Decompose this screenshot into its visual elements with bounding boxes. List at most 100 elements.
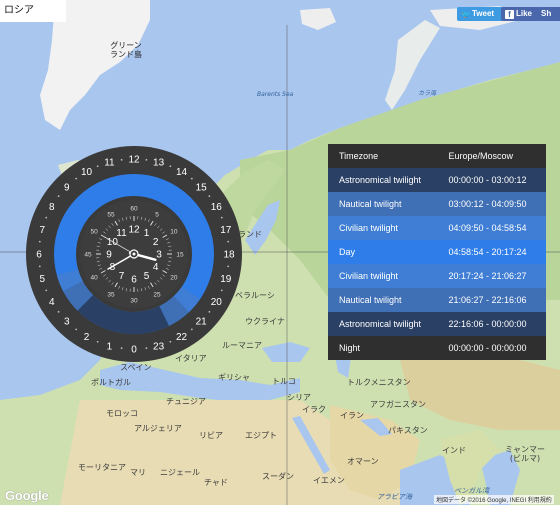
- hour-numeral: 5: [144, 271, 150, 282]
- hour-numeral: 12: [128, 225, 140, 236]
- map-label-chad: チャド: [204, 478, 228, 487]
- timezone-row: Day 04:58:54 - 20:17:24: [328, 240, 546, 264]
- map-label-iran: イラン: [340, 411, 364, 420]
- timezone-row: Astronomical twilight 22:16:06 - 00:00:00: [328, 312, 546, 336]
- map-attribution[interactable]: 地図データ ©2016 Google, INEGI 利用規約: [434, 495, 554, 504]
- timezone-row: Nautical twilight 03:00:12 - 04:09:50: [328, 192, 546, 216]
- daylight-clock[interactable]: 12 13141516171819202122230123456789101160…: [24, 144, 244, 364]
- hour-numeral: 2: [153, 237, 159, 248]
- phase-name: Civilian twilight: [339, 223, 399, 233]
- hour-ring-label: 2: [84, 332, 90, 343]
- like-label: Like: [516, 9, 533, 18]
- minute-label: 40: [91, 275, 99, 282]
- phase-range: 22:16:06 - 00:00:00: [448, 319, 527, 329]
- phase-name: Night: [339, 343, 361, 353]
- timezone-row: Civilian twilight 04:09:50 - 04:58:54: [328, 216, 546, 240]
- hour-numeral: 7: [119, 271, 125, 282]
- country-label: ロシア: [0, 0, 66, 22]
- map-label-mauritania: モーリタニア: [78, 463, 126, 472]
- map-label-syria: シリア: [287, 393, 311, 402]
- phase-name: Astronomical twilight: [339, 319, 422, 329]
- map-label-turkmenistan: トルクメニスタン: [347, 378, 411, 387]
- timezone-table: Timezone Europe/Moscow Astronomical twil…: [328, 144, 546, 360]
- phase-range: 00:00:00 - 03:00:12: [448, 175, 527, 185]
- minute-label: 50: [91, 229, 99, 236]
- like-button[interactable]: f Like: [501, 7, 539, 21]
- google-logo[interactable]: Google: [5, 488, 49, 503]
- phase-range: 04:09:50 - 04:58:54: [448, 223, 527, 233]
- hour-ring-label: 3: [64, 317, 70, 328]
- minute-label: 60: [130, 206, 138, 213]
- share-button[interactable]: Sh: [537, 7, 560, 21]
- map-label-arabian-sea: アラビア海: [377, 493, 412, 501]
- map-label-afghanistan: アフガニスタン: [370, 400, 426, 409]
- map-label-iraq: イラク: [302, 405, 326, 414]
- map-label-yemen: イエメン: [313, 476, 345, 485]
- hour-ring-label: 17: [220, 225, 232, 236]
- map-label-kara-sea: カラ海: [418, 90, 437, 97]
- hour-ring-label: 19: [220, 274, 232, 285]
- minute-label: 5: [155, 212, 159, 219]
- hour-ring-label: 11: [104, 158, 115, 169]
- minute-label: 25: [153, 291, 161, 298]
- map-label-morocco: モロッコ: [106, 409, 138, 418]
- hour-numeral: 6: [131, 275, 137, 286]
- phase-name: Day: [339, 247, 356, 257]
- map-label-algeria: アルジェリア: [134, 424, 182, 433]
- hour-ring-label: 15: [196, 182, 208, 193]
- minute-label: 35: [107, 291, 115, 298]
- phase-name: Nautical twilight: [339, 295, 402, 305]
- map-label-greece: ギリシャ: [218, 373, 250, 382]
- hour-numeral: 9: [106, 250, 112, 261]
- tweet-button[interactable]: 🐦Tweet: [457, 7, 503, 21]
- hour-ring-label: 7: [39, 225, 45, 236]
- phase-range: 03:00:12 - 04:09:50: [448, 199, 527, 209]
- map-label-greenland: グリーン ランド島: [110, 41, 142, 59]
- hour-ring-label: 13: [153, 158, 165, 169]
- map-label-ukraine: ウクライナ: [245, 317, 285, 326]
- hour-ring-label: 21: [196, 317, 208, 328]
- hour-ring-label: 8: [49, 202, 55, 213]
- map-label-pakistan: パキスタン: [388, 426, 428, 435]
- timezone-row: Night 00:00:00 - 00:00:00: [328, 336, 546, 360]
- timezone-row: Astronomical twilight 00:00:00 - 03:00:12: [328, 168, 546, 192]
- hour-ring-label: 10: [81, 167, 93, 178]
- hour-ring-label: 4: [49, 297, 55, 308]
- hour-ring-label: 20: [211, 297, 223, 308]
- facebook-icon: f: [505, 10, 514, 19]
- hour-ring-label: 18: [223, 250, 235, 261]
- minute-label: 30: [130, 298, 138, 305]
- phase-name: Astronomical twilight: [339, 175, 422, 185]
- timezone-header-label: Timezone: [328, 144, 443, 168]
- tweet-label: Tweet: [472, 9, 495, 18]
- phase-range: 00:00:00 - 00:00:00: [448, 343, 527, 353]
- map-label-egypt: エジプト: [245, 431, 277, 440]
- phase-name: Civilian twilight: [339, 271, 399, 281]
- hour-ring-label: 22: [176, 332, 188, 343]
- hour-numeral: 1: [144, 228, 150, 239]
- minute-label: 55: [107, 212, 115, 219]
- hour-ring-label: 0: [131, 345, 137, 356]
- share-label: Sh: [541, 9, 552, 18]
- minute-label: 10: [170, 229, 178, 236]
- phase-range: 20:17:24 - 21:06:27: [448, 271, 527, 281]
- hour-ring-label: 12: [128, 155, 140, 166]
- hour-ring-label: 14: [176, 167, 188, 178]
- timezone-header-value: Europe/Moscow: [442, 144, 546, 168]
- map-label-niger: ニジェール: [160, 468, 200, 477]
- map-label-barents-sea: Barents Sea: [257, 91, 294, 98]
- hour-ring-label: 9: [64, 182, 70, 193]
- hour-numeral: 4: [153, 262, 159, 273]
- map-label-india: インド: [442, 446, 466, 455]
- hour-ring-label: 6: [36, 250, 42, 261]
- timezone-row: Civilian twilight 20:17:24 - 21:06:27: [328, 264, 546, 288]
- hour-ring-label: 23: [153, 341, 165, 352]
- hour-numeral: 3: [156, 250, 162, 261]
- timezone-row: Nautical twilight 21:06:27 - 22:16:06: [328, 288, 546, 312]
- map-label-libya: リビア: [199, 431, 223, 440]
- hour-numeral: 11: [116, 228, 127, 239]
- map-label-portugal: ポルトガル: [91, 378, 131, 387]
- map-label-mali: マリ: [130, 468, 146, 477]
- phase-name: Nautical twilight: [339, 199, 402, 209]
- twitter-icon: 🐦: [461, 10, 471, 19]
